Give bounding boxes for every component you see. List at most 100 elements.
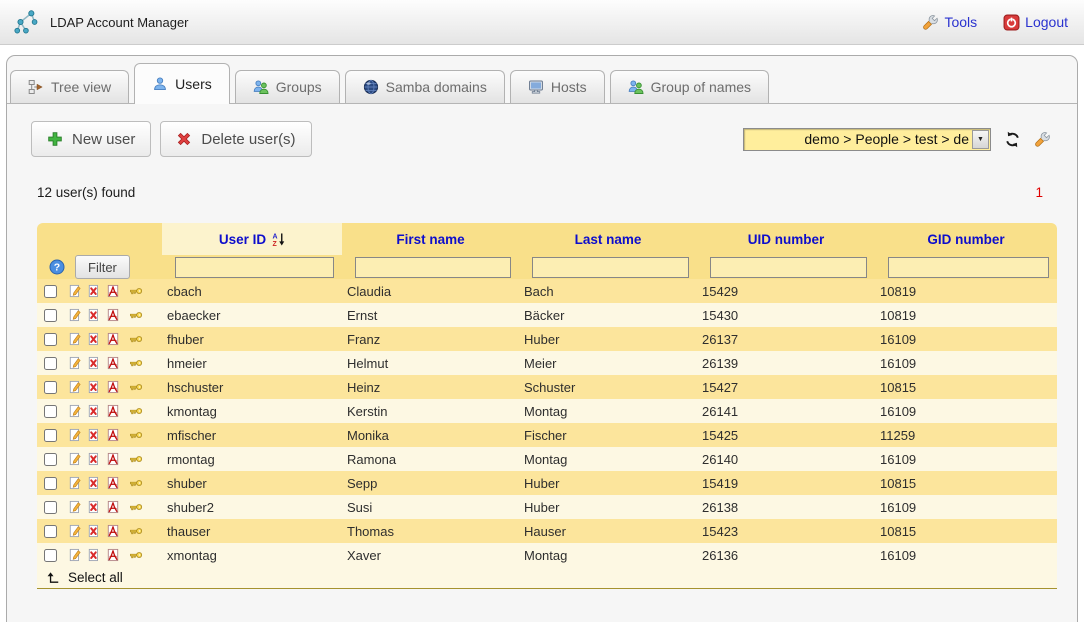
cell-user-id[interactable]: ebaecker <box>162 303 342 327</box>
key-icon[interactable] <box>129 284 143 298</box>
pdf-icon[interactable] <box>106 500 120 514</box>
row-checkbox[interactable] <box>44 549 57 562</box>
delete-icon[interactable] <box>87 404 101 418</box>
tab-groups[interactable]: Groups <box>235 70 340 103</box>
key-icon[interactable] <box>129 524 143 538</box>
header-user-id[interactable]: User ID <box>162 223 342 255</box>
header-gid-number[interactable]: GID number <box>875 223 1057 255</box>
filter-input-last-name[interactable] <box>532 257 689 278</box>
filter-input-user-id[interactable] <box>175 257 334 278</box>
chevron-down-icon[interactable]: ▼ <box>972 130 989 149</box>
row-checkbox[interactable] <box>44 333 57 346</box>
pdf-icon[interactable] <box>106 308 120 322</box>
pdf-icon[interactable] <box>106 428 120 442</box>
header-first-name[interactable]: First name <box>342 223 519 255</box>
key-icon[interactable] <box>129 548 143 562</box>
row-checkbox[interactable] <box>44 429 57 442</box>
pdf-icon[interactable] <box>106 404 120 418</box>
page-number[interactable]: 1 <box>1035 185 1043 200</box>
edit-icon[interactable] <box>68 332 82 346</box>
pdf-icon[interactable] <box>106 380 120 394</box>
row-checkbox[interactable] <box>44 381 57 394</box>
filter-input-first-name[interactable] <box>355 257 511 278</box>
row-checkbox[interactable] <box>44 309 57 322</box>
filter-input-gid-number[interactable] <box>888 257 1049 278</box>
key-icon[interactable] <box>129 476 143 490</box>
select-all-button[interactable]: Select all <box>42 570 1057 585</box>
suffix-select[interactable]: demo > People > test > de ▼ <box>743 128 991 151</box>
tab-users[interactable]: Users <box>134 63 230 104</box>
delete-icon[interactable] <box>87 548 101 562</box>
cell-user-id[interactable]: thauser <box>162 519 342 543</box>
row-checkbox[interactable] <box>44 525 57 538</box>
pdf-icon[interactable] <box>106 356 120 370</box>
cell-user-id[interactable]: hmeier <box>162 351 342 375</box>
cell-user-id[interactable]: xmontag <box>162 543 342 567</box>
row-checkbox[interactable] <box>44 453 57 466</box>
edit-icon[interactable] <box>68 476 82 490</box>
edit-icon[interactable] <box>68 308 82 322</box>
tab-tree-view[interactable]: Tree view <box>10 70 129 103</box>
pdf-icon[interactable] <box>106 332 120 346</box>
edit-icon[interactable] <box>68 380 82 394</box>
refresh-button[interactable] <box>1004 131 1021 148</box>
logout-link[interactable]: Logout <box>1003 14 1068 31</box>
cell-user-id[interactable]: shuber2 <box>162 495 342 519</box>
delete-users-button[interactable]: Delete user(s) <box>160 121 311 157</box>
delete-icon[interactable] <box>87 476 101 490</box>
cell-user-id[interactable]: shuber <box>162 471 342 495</box>
cell-user-id[interactable]: cbach <box>162 279 342 303</box>
row-checkbox[interactable] <box>44 285 57 298</box>
delete-icon[interactable] <box>87 332 101 346</box>
edit-icon[interactable] <box>68 524 82 538</box>
delete-icon[interactable] <box>87 428 101 442</box>
key-icon[interactable] <box>129 380 143 394</box>
pdf-icon[interactable] <box>106 452 120 466</box>
filter-button[interactable]: Filter <box>75 255 130 279</box>
delete-icon[interactable] <box>87 380 101 394</box>
header-last-name[interactable]: Last name <box>519 223 697 255</box>
key-icon[interactable] <box>129 500 143 514</box>
row-checkbox[interactable] <box>44 357 57 370</box>
key-icon[interactable] <box>129 308 143 322</box>
cell-user-id[interactable]: mfischer <box>162 423 342 447</box>
cell-user-id[interactable]: hschuster <box>162 375 342 399</box>
filter-input-uid-number[interactable] <box>710 257 867 278</box>
key-icon[interactable] <box>129 428 143 442</box>
cell-user-id[interactable]: fhuber <box>162 327 342 351</box>
tab-samba-domains[interactable]: Samba domains <box>345 70 505 103</box>
key-icon[interactable] <box>129 356 143 370</box>
help-icon[interactable] <box>49 259 65 275</box>
delete-icon[interactable] <box>87 452 101 466</box>
delete-icon[interactable] <box>87 524 101 538</box>
edit-icon[interactable] <box>68 428 82 442</box>
delete-icon[interactable] <box>87 284 101 298</box>
delete-icon[interactable] <box>87 500 101 514</box>
edit-icon[interactable] <box>68 452 82 466</box>
edit-icon[interactable] <box>68 404 82 418</box>
key-icon[interactable] <box>129 332 143 346</box>
new-user-button[interactable]: New user <box>31 121 151 157</box>
tab-hosts[interactable]: Hosts <box>510 70 605 103</box>
pdf-icon[interactable] <box>106 284 120 298</box>
key-icon[interactable] <box>129 452 143 466</box>
pdf-icon[interactable] <box>106 476 120 490</box>
delete-icon[interactable] <box>87 308 101 322</box>
pdf-icon[interactable] <box>106 524 120 538</box>
row-checkbox[interactable] <box>44 405 57 418</box>
edit-icon[interactable] <box>68 356 82 370</box>
row-checkbox[interactable] <box>44 477 57 490</box>
edit-icon[interactable] <box>68 284 82 298</box>
cell-user-id[interactable]: kmontag <box>162 399 342 423</box>
key-icon[interactable] <box>129 404 143 418</box>
row-checkbox[interactable] <box>44 501 57 514</box>
list-settings-button[interactable] <box>1034 131 1051 148</box>
delete-icon[interactable] <box>87 356 101 370</box>
tools-link[interactable]: Tools <box>922 14 977 31</box>
header-uid-number[interactable]: UID number <box>697 223 875 255</box>
edit-icon[interactable] <box>68 548 82 562</box>
cell-user-id[interactable]: rmontag <box>162 447 342 471</box>
pdf-icon[interactable] <box>106 548 120 562</box>
edit-icon[interactable] <box>68 500 82 514</box>
tab-group-of-names[interactable]: Group of names <box>610 70 769 103</box>
